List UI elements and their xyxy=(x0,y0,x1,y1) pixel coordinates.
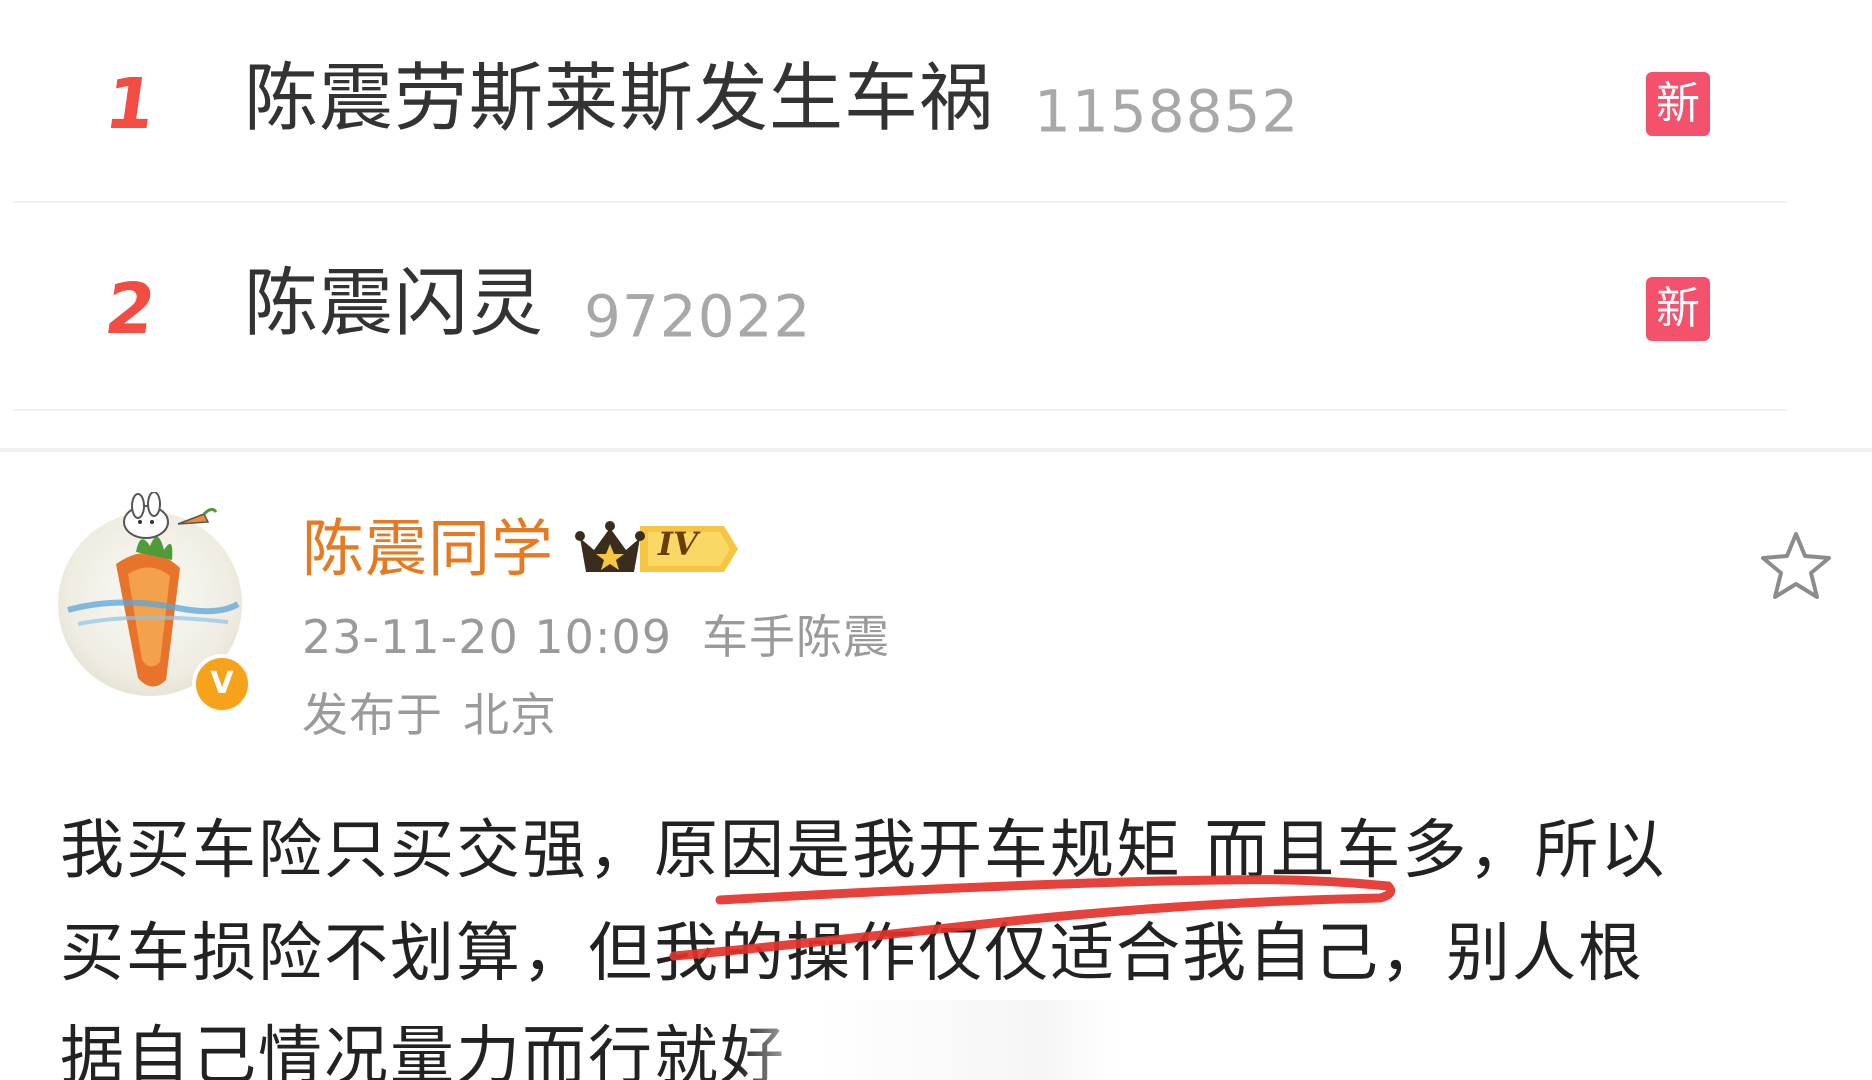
divider xyxy=(14,201,1786,203)
new-badge: 新 xyxy=(1646,72,1710,136)
new-badge: 新 xyxy=(1646,277,1710,341)
post-body-line: 我买车险只买交强，原因是我开车规矩 而且车多，所以 xyxy=(60,814,1667,888)
post-body-line: 据自己情况量力而行就好 xyxy=(60,1020,786,1080)
weibo-screenshot: 1 陈震劳斯莱斯发生车祸 1158852 新 2 陈震闪灵 972022 新 V… xyxy=(0,0,1872,1080)
post-body: 我买车险只买交强，原因是我开车规矩 而且车多，所以 买车损险不划算，但我的操作仅… xyxy=(60,800,1840,1080)
post-location: 发布于 北京 xyxy=(302,692,557,738)
post-source[interactable]: 车手陈震 xyxy=(702,610,890,664)
username[interactable]: 陈震同学 xyxy=(302,518,554,580)
bunny-ears-decoration xyxy=(123,492,218,539)
post-body-line: 买车损险不划算，但我的操作仅仅适合我自己，别人根 xyxy=(60,917,1644,991)
hot-search-list: 1 陈震劳斯莱斯发生车祸 1158852 新 2 陈震闪灵 972022 新 xyxy=(0,0,1872,449)
level-text: IV xyxy=(658,525,698,563)
rank-number: 1 xyxy=(100,63,161,145)
hot-search-title-text: 陈震闪灵 xyxy=(244,260,544,347)
level-badge[interactable]: IV xyxy=(574,516,742,582)
post-meta: 23-11-20 10:09 车手陈震 xyxy=(302,614,890,660)
star-outline-icon[interactable] xyxy=(1758,528,1834,604)
location-label: 发布于 xyxy=(302,688,443,742)
location-value: 北京 xyxy=(463,688,557,742)
hot-search-item[interactable]: 2 陈震闪灵 972022 新 xyxy=(0,205,1872,413)
hot-search-title[interactable]: 陈震劳斯莱斯发生车祸 1158852 xyxy=(244,61,1299,140)
hot-search-title[interactable]: 陈震闪灵 972022 xyxy=(244,266,811,345)
hot-search-item[interactable]: 1 陈震劳斯莱斯发生车祸 1158852 新 xyxy=(0,0,1872,208)
avatar[interactable]: V xyxy=(58,492,252,714)
rank-number: 2 xyxy=(100,268,161,350)
post-timestamp: 23-11-20 10:09 xyxy=(302,610,672,664)
weibo-post: V 陈震同学 IV 23-11-20 10:09 车手陈震 发布于 北京 我买车险只… xyxy=(0,452,1872,1080)
verified-v-icon: V xyxy=(192,654,252,714)
hot-search-title-text: 陈震劳斯莱斯发生车祸 xyxy=(244,55,994,142)
hot-search-count: 972022 xyxy=(584,282,812,351)
divider xyxy=(14,409,1786,411)
hot-search-count: 1158852 xyxy=(1034,77,1300,146)
